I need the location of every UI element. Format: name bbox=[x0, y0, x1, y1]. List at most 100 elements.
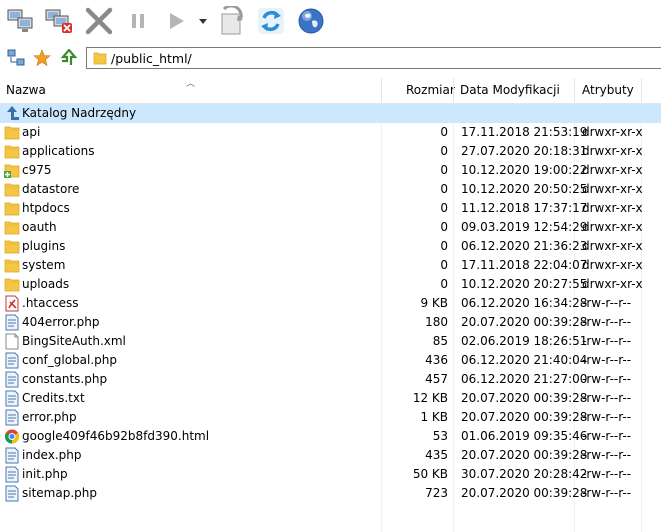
play-dropdown-button[interactable] bbox=[196, 4, 210, 38]
column-header-attributes[interactable]: Atrybuty bbox=[582, 78, 634, 103]
toolbar bbox=[0, 0, 661, 42]
file-name: datastore bbox=[22, 182, 80, 196]
file-size: 12 KB bbox=[412, 391, 448, 405]
up-arrow-icon bbox=[60, 49, 77, 65]
file-row[interactable]: index.php 435 20.07.2020 00:39:28 -rw-r--r-… bbox=[0, 446, 661, 465]
file-size: 0 bbox=[440, 182, 448, 196]
address-input[interactable]: /public_html/ bbox=[86, 47, 661, 69]
file-size: 0 bbox=[440, 277, 448, 291]
file-size: 0 bbox=[440, 144, 448, 158]
file-attributes: -rw-r--r-- bbox=[582, 315, 632, 329]
globe-button[interactable] bbox=[294, 4, 328, 38]
play-button[interactable] bbox=[162, 4, 190, 38]
file-row[interactable]: BingSiteAuth.xml 85 02.06.2019 18:26:51 -rw… bbox=[0, 332, 661, 351]
file-row[interactable]: error.php 1 KB 20.07.2020 00:39:28 -rw-r--r… bbox=[0, 408, 661, 427]
file-row[interactable]: plugins 0 06.12.2020 21:36:23 drwxr-xr-x bbox=[0, 237, 661, 256]
document-icon bbox=[4, 447, 20, 464]
file-row[interactable]: google409f46b92b8fd390.html 53 01.06.2019 … bbox=[0, 427, 661, 446]
file-date: 20.07.2020 00:39:28 bbox=[461, 486, 588, 500]
file-size: 435 bbox=[425, 448, 448, 462]
column-header-name[interactable]: Nazwa bbox=[6, 78, 46, 103]
file-row[interactable]: applications 0 27.07.2020 20:18:31 drwxr-xr… bbox=[0, 142, 661, 161]
file-date: 20.07.2020 00:39:28 bbox=[461, 315, 588, 329]
document-icon bbox=[4, 466, 20, 483]
file-row[interactable]: api 0 17.11.2018 21:53:19 drwxr-xr-x bbox=[0, 123, 661, 142]
file-attributes: drwxr-xr-x bbox=[582, 201, 643, 215]
refresh-button[interactable] bbox=[254, 4, 288, 38]
file-date: 06.12.2020 21:36:23 bbox=[461, 239, 588, 253]
file-row[interactable]: datastore 0 10.12.2020 20:50:25 drwxr-xr-x bbox=[0, 180, 661, 199]
file-size: 0 bbox=[440, 258, 448, 272]
disconnect-icon bbox=[45, 9, 72, 33]
cancel-button[interactable] bbox=[82, 4, 116, 38]
file-name: Katalog Nadrzędny bbox=[22, 106, 137, 120]
document-icon bbox=[4, 409, 20, 426]
file-row[interactable]: constants.php 457 06.12.2020 21:27:00 -rw-r… bbox=[0, 370, 661, 389]
file-row[interactable]: sitemap.php 723 20.07.2020 00:39:28 -rw-r--… bbox=[0, 484, 661, 503]
file-row[interactable]: htpdocs 0 11.12.2018 17:37:17 drwxr-xr-x bbox=[0, 199, 661, 218]
parent-directory-row[interactable]: Katalog Nadrzędny bbox=[0, 104, 661, 123]
file-name: c975 bbox=[22, 163, 52, 177]
address-path: /public_html/ bbox=[111, 51, 192, 66]
file-attributes: drwxr-xr-x bbox=[582, 163, 643, 177]
file-row[interactable]: Credits.txt 12 KB 20.07.2020 00:39:28 -rw-r… bbox=[0, 389, 661, 408]
pause-icon bbox=[132, 14, 144, 28]
file-attributes: -rw-r--r-- bbox=[582, 448, 632, 462]
file-date: 02.06.2019 18:26:51 bbox=[461, 334, 588, 348]
file-row[interactable]: .htaccess 9 KB 06.12.2020 16:34:28 -rw-r--r… bbox=[0, 294, 661, 313]
queue-icon bbox=[221, 6, 243, 35]
document-icon bbox=[4, 314, 20, 331]
file-attributes: -rw-r--r-- bbox=[582, 334, 632, 348]
file-list: ︿ Nazwa Rozmiar Data Modyfikacji Atrybut… bbox=[0, 78, 661, 532]
file-row[interactable]: conf_global.php 436 06.12.2020 21:40:04 -rw… bbox=[0, 351, 661, 370]
file-attributes: drwxr-xr-x bbox=[582, 277, 643, 291]
file-date: 20.07.2020 00:39:28 bbox=[461, 448, 588, 462]
dropdown-icon bbox=[199, 19, 207, 24]
list-header: ︿ Nazwa Rozmiar Data Modyfikacji Atrybut… bbox=[0, 78, 661, 104]
globe-icon bbox=[298, 8, 324, 34]
column-header-date[interactable]: Data Modyfikacji bbox=[460, 78, 560, 103]
file-row[interactable]: init.php 50 KB 30.07.2020 20:28:42 -rw-r--r… bbox=[0, 465, 661, 484]
queue-button[interactable] bbox=[214, 4, 248, 38]
file-date: 17.11.2018 22:04:07 bbox=[461, 258, 588, 272]
file-name: api bbox=[22, 125, 41, 139]
file-row[interactable]: c975 0 10.12.2020 19:00:22 drwxr-xr-x bbox=[0, 161, 661, 180]
file-name: system bbox=[22, 258, 66, 272]
folder-icon bbox=[4, 124, 20, 141]
file-row[interactable]: system 0 17.11.2018 22:04:07 drwxr-xr-x bbox=[0, 256, 661, 275]
star-icon bbox=[33, 49, 51, 67]
file-date: 20.07.2020 00:39:28 bbox=[461, 410, 588, 424]
cancel-icon bbox=[85, 7, 113, 35]
file-size: 180 bbox=[425, 315, 448, 329]
file-name: oauth bbox=[22, 220, 57, 234]
parent-directory-button[interactable] bbox=[59, 49, 77, 67]
file-attributes: -rw-r--r-- bbox=[582, 391, 632, 405]
column-header-size[interactable]: Rozmiar bbox=[406, 78, 455, 103]
connect-icon bbox=[7, 9, 33, 32]
connect-button[interactable] bbox=[4, 4, 38, 38]
address-row: /public_html/ bbox=[0, 44, 661, 72]
bookmark-button[interactable] bbox=[33, 49, 51, 67]
file-row[interactable]: 404error.php 180 20.07.2020 00:39:28 -rw-r-… bbox=[0, 313, 661, 332]
file-attributes: drwxr-xr-x bbox=[582, 220, 643, 234]
pause-button[interactable] bbox=[124, 4, 152, 38]
file-attributes: -rw-r--r-- bbox=[582, 353, 632, 367]
file-size: 1 KB bbox=[420, 410, 448, 424]
folder-icon bbox=[4, 276, 20, 293]
file-row[interactable]: oauth 0 09.03.2019 12:54:29 drwxr-xr-x bbox=[0, 218, 661, 237]
file-date: 09.03.2019 12:54:29 bbox=[461, 220, 588, 234]
document-icon bbox=[4, 371, 20, 388]
file-date: 10.12.2020 20:50:25 bbox=[461, 182, 588, 196]
file-name: applications bbox=[22, 144, 95, 158]
file-date: 01.06.2019 09:35:46 bbox=[461, 429, 588, 443]
site-manager-button[interactable] bbox=[7, 49, 25, 67]
disconnect-button[interactable] bbox=[42, 4, 76, 38]
parent-directory-icon bbox=[4, 105, 20, 122]
file-attributes: drwxr-xr-x bbox=[582, 144, 643, 158]
file-date: 06.12.2020 21:40:04 bbox=[461, 353, 588, 367]
file-row[interactable]: uploads 0 10.12.2020 20:27:55 drwxr-xr-x bbox=[0, 275, 661, 294]
file-date: 11.12.2018 17:37:17 bbox=[461, 201, 588, 215]
file-size: 723 bbox=[425, 486, 448, 500]
file-date: 06.12.2020 21:27:00 bbox=[461, 372, 588, 386]
folder-icon bbox=[4, 219, 20, 236]
